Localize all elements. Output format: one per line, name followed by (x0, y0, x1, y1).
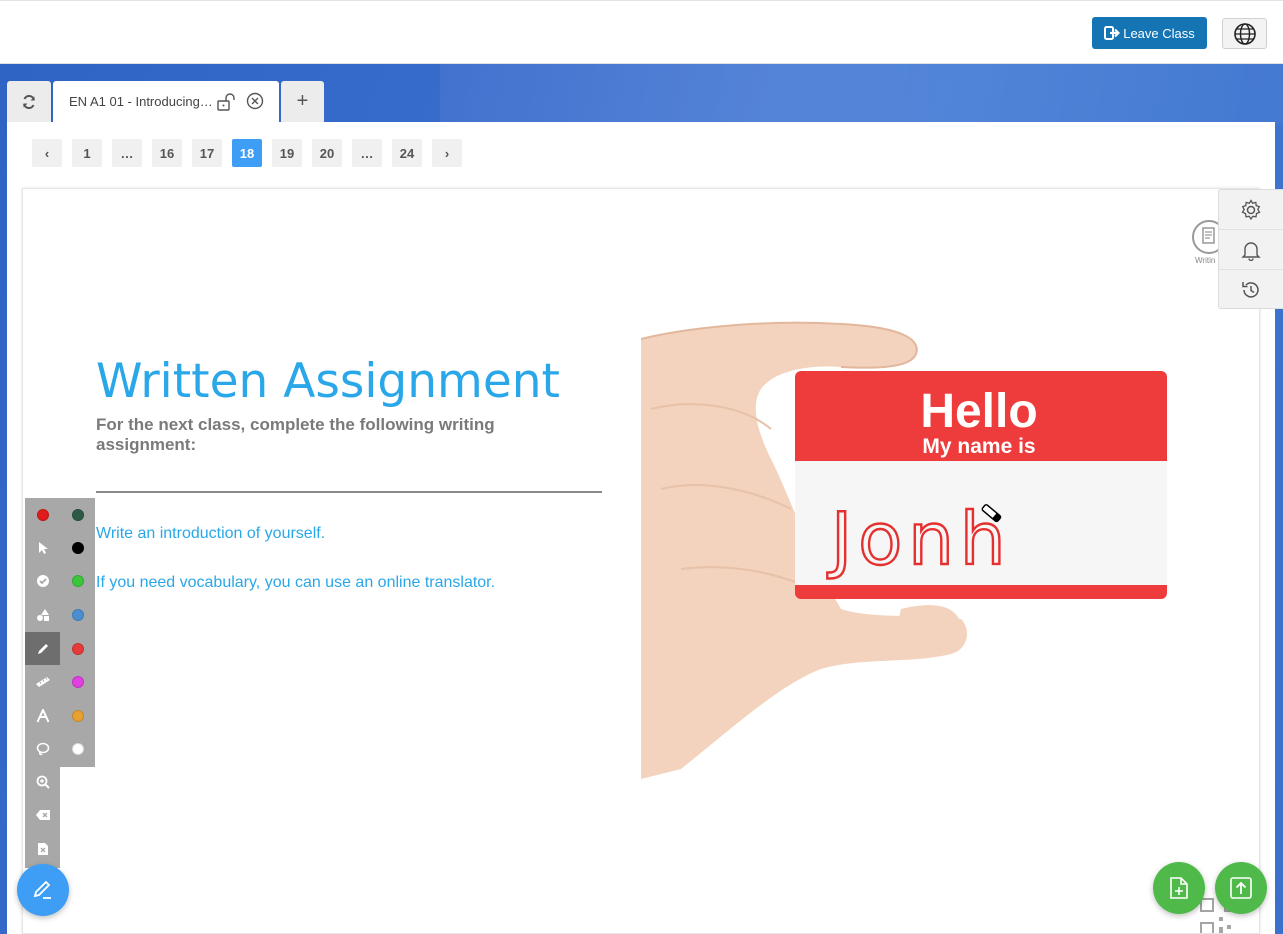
color-swatch-black[interactable] (60, 531, 95, 564)
side-tools (1218, 189, 1283, 309)
page-ellipsis[interactable]: … (352, 139, 382, 167)
pencil-tool-button[interactable] (25, 632, 60, 665)
history-icon (1242, 282, 1259, 298)
color-swatch-orange[interactable] (60, 699, 95, 732)
page-button[interactable]: 19 (272, 139, 302, 167)
tab-lesson[interactable]: EN A1 01 - Introducing… (53, 81, 279, 122)
history-button[interactable] (1219, 270, 1283, 310)
eraser-icon (35, 809, 50, 820)
writing-corner-label: Writin (1195, 256, 1216, 265)
next-page-button[interactable]: › (432, 139, 462, 167)
pointer-tool-button[interactable] (25, 531, 60, 564)
gear-icon (1241, 198, 1261, 220)
page-label: 20 (319, 145, 335, 161)
slide-title: Written Assignment (96, 354, 560, 409)
add-page-button[interactable] (1153, 862, 1205, 914)
settings-button[interactable] (1219, 190, 1283, 230)
page-button[interactable]: 24 (392, 139, 422, 167)
badge-hello-text: Hello (920, 385, 1037, 438)
sign-out-icon (1104, 26, 1121, 40)
slide-instruction-1: Write an introduction of yourself. (96, 525, 326, 542)
upload-icon (1230, 877, 1252, 899)
check-icon (36, 574, 49, 587)
page-button[interactable]: 20 (312, 139, 342, 167)
draw-toolbar (25, 498, 60, 868)
pointer-icon (38, 541, 48, 554)
unlock-icon[interactable] (217, 93, 239, 111)
eraser-tool-button[interactable] (25, 798, 60, 831)
zoom-icon (36, 775, 50, 789)
notifications-button[interactable] (1219, 230, 1283, 270)
leave-class-button[interactable]: Leave Class (1092, 17, 1207, 49)
globe-icon (1233, 22, 1256, 45)
color-swatch-green[interactable] (60, 564, 95, 597)
page-label: 1 (83, 145, 91, 161)
red-color-dot (36, 508, 49, 521)
shapes-icon (36, 608, 49, 621)
ruler-icon (35, 676, 50, 687)
slide-subtitle: For the next class, complete the followi… (96, 415, 495, 454)
slide-canvas[interactable]: Written Assignment For the next class, c… (22, 188, 1260, 934)
tab-refresh-button[interactable] (7, 81, 51, 122)
color-swatch-white[interactable] (60, 732, 95, 765)
lasso-tool-button[interactable] (25, 732, 60, 765)
slide-divider (96, 491, 602, 493)
lasso-icon (36, 742, 49, 755)
color-swatch-magenta[interactable] (60, 665, 95, 698)
language-button[interactable] (1222, 18, 1267, 49)
color-swatch-red[interactable] (60, 632, 95, 665)
page-button-current[interactable]: 18 (232, 139, 262, 167)
page-label: … (360, 145, 374, 161)
prev-page-button[interactable]: ‹ (32, 139, 62, 167)
top-bar: Leave Class (0, 0, 1283, 64)
add-tab-button[interactable]: + (281, 81, 324, 122)
text-icon (36, 708, 49, 722)
color-dot (71, 608, 84, 621)
page-label: 24 (399, 145, 415, 161)
text-tool-button[interactable] (25, 699, 60, 732)
add-file-icon (1170, 877, 1188, 899)
color-dot (71, 642, 84, 655)
add-tab-label: + (296, 90, 309, 112)
color-dot (71, 742, 84, 755)
current-color-button[interactable] (25, 498, 60, 531)
name-badge-photo: Hello My name is Jonh (641, 321, 1167, 779)
refresh-icon (23, 94, 35, 109)
color-swatch-blue[interactable] (60, 598, 95, 631)
page-button[interactable]: 16 (152, 139, 182, 167)
shapes-tool-button[interactable] (25, 598, 60, 631)
next-page-label: › (444, 145, 450, 161)
page-ellipsis[interactable]: … (112, 139, 142, 167)
badge-name-is-text: My name is (922, 435, 1035, 458)
bell-icon (1241, 241, 1261, 261)
color-palette (60, 498, 95, 767)
page-label: 19 (279, 145, 295, 161)
check-tool-button[interactable] (25, 564, 60, 597)
color-dot (71, 541, 84, 554)
page-button[interactable]: 1 (72, 139, 102, 167)
color-dot (71, 675, 84, 688)
page-button[interactable]: 17 (192, 139, 222, 167)
page-label: 16 (159, 145, 175, 161)
pencil-icon (37, 643, 48, 654)
page-label: 18 (239, 145, 255, 161)
leave-class-label: Leave Class (1123, 25, 1195, 41)
pen-edit-icon (33, 880, 51, 899)
tab-lesson-title: EN A1 01 - Introducing… (69, 94, 213, 109)
zoom-tool-button[interactable] (25, 765, 60, 798)
clear-page-icon (37, 842, 48, 855)
color-dot (71, 574, 84, 587)
upload-button[interactable] (1215, 862, 1267, 914)
color-swatch-dark-green[interactable] (60, 498, 95, 531)
ruler-tool-button[interactable] (25, 665, 60, 698)
clear-page-button[interactable] (25, 832, 60, 865)
close-tab-icon[interactable] (246, 92, 264, 110)
prev-page-label: ‹ (44, 145, 50, 161)
slide-instruction-2: If you need vocabulary, you can use an o… (96, 574, 496, 591)
color-dot (71, 508, 84, 521)
color-dot (71, 709, 84, 722)
toggle-draw-button[interactable] (17, 864, 69, 916)
page-label: 17 (199, 145, 215, 161)
page-label: … (120, 145, 134, 161)
